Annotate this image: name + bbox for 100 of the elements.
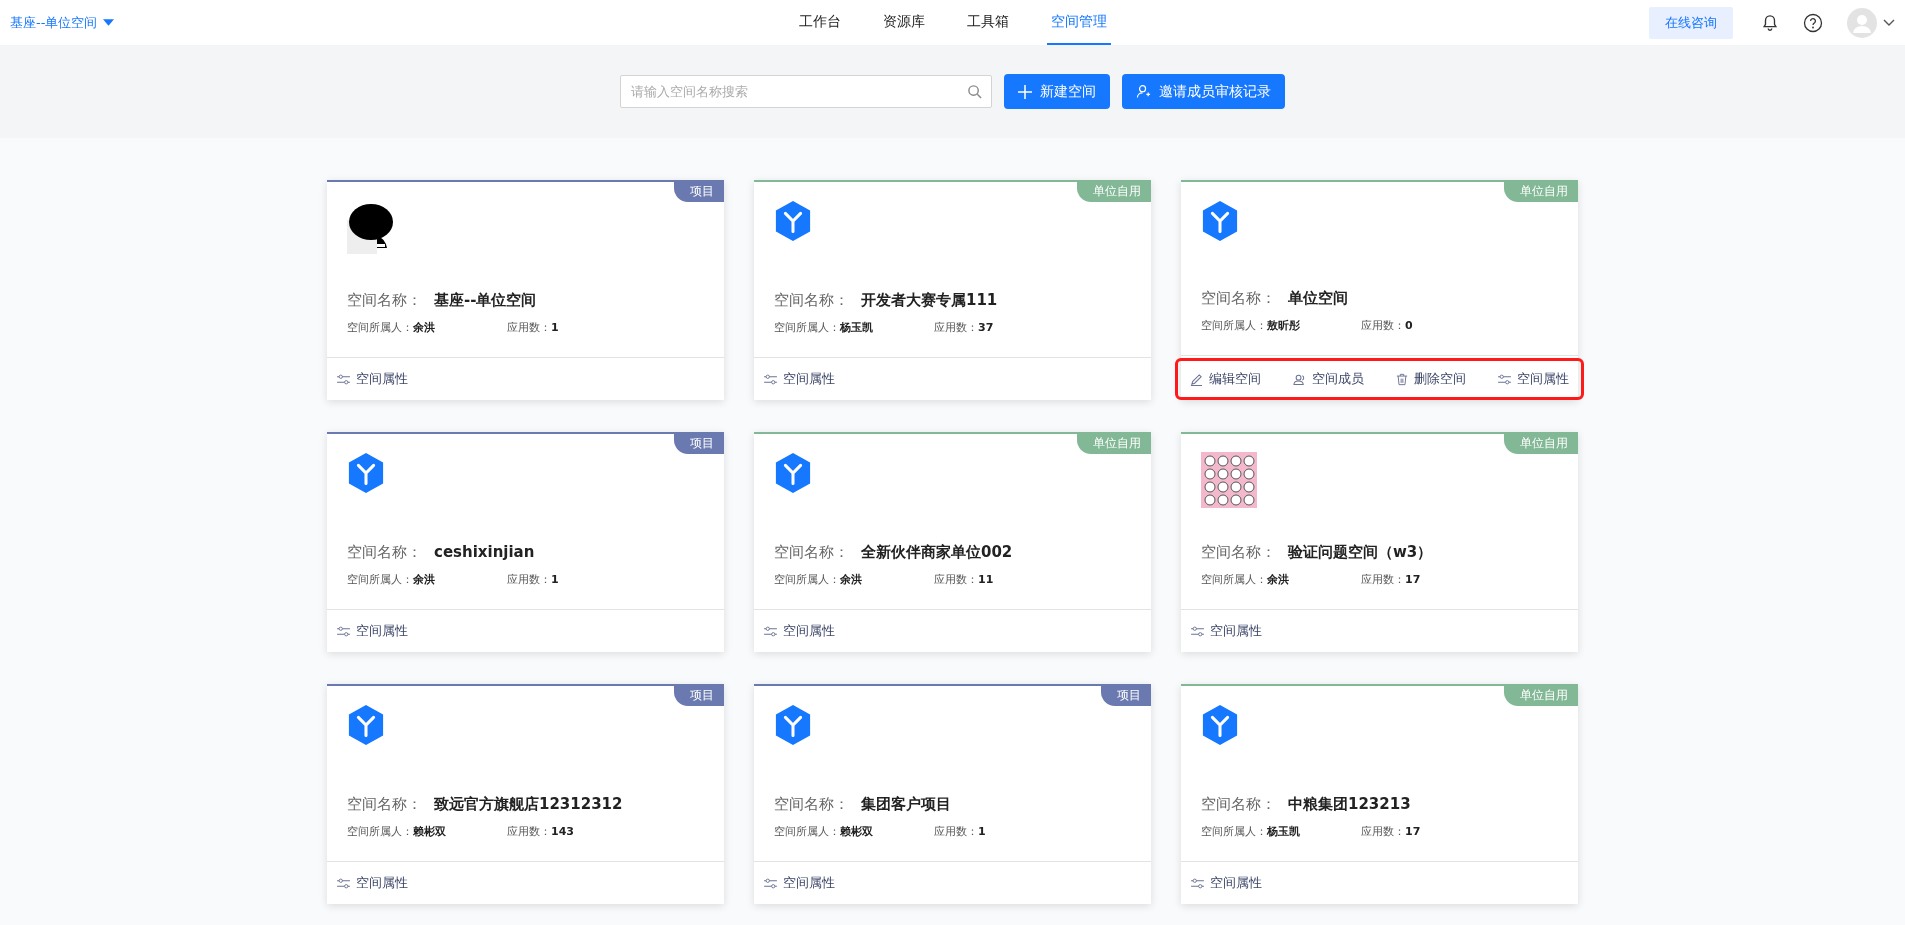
space-type-tag: 项目 (674, 686, 724, 706)
owner-label: 空间所属人： (1201, 319, 1267, 332)
card-action-link[interactable]: 空间属性 (337, 370, 408, 388)
space-name: 集团客户项目 (861, 795, 951, 814)
owner-label: 空间所属人： (347, 825, 413, 838)
nav-tab[interactable]: 工作台 (794, 0, 845, 45)
sliders-icon (337, 373, 350, 385)
space-name-label: 空间名称： (347, 795, 422, 814)
space-type-tag: 项目 (1101, 686, 1151, 706)
card-action-link[interactable]: 空间属性 (764, 370, 835, 388)
app-count: 1 (978, 825, 986, 838)
hexagon-logo-icon (1201, 704, 1239, 746)
owner-name: 赖彬双 (840, 825, 873, 838)
space-name: 致远官方旗舰店12312312 (434, 795, 623, 814)
card-action-link[interactable]: 空间属性 (1498, 370, 1569, 388)
space-name-label: 空间名称： (347, 291, 422, 310)
hexagon-logo-icon (774, 452, 812, 494)
app-count-label: 应用数： (1361, 825, 1405, 838)
space-type-tag: 单位自用 (1077, 434, 1151, 454)
help-icon[interactable] (1803, 12, 1823, 33)
card-action-link[interactable]: 空间属性 (764, 622, 835, 640)
app-count-label: 应用数： (507, 825, 551, 838)
nav-tab[interactable]: 资源库 (878, 0, 929, 45)
card-action-link[interactable]: 空间成员 (1293, 370, 1364, 388)
chevron-down-icon[interactable] (1883, 18, 1895, 27)
search-icon (967, 84, 982, 99)
space-name-label: 空间名称： (774, 543, 849, 562)
sliders-icon (1191, 625, 1204, 637)
app-count-label: 应用数： (934, 573, 978, 586)
app-count: 37 (978, 321, 994, 334)
owner-label: 空间所属人： (774, 573, 840, 586)
owner-label: 空间所属人： (774, 825, 840, 838)
space-type-tag: 项目 (674, 434, 724, 454)
pattern-image-icon (1201, 452, 1257, 508)
action-button[interactable]: 邀请成员审核记录 (1122, 74, 1285, 109)
space-name-label: 空间名称： (347, 543, 422, 562)
caret-down-icon (103, 19, 115, 26)
card-action-link[interactable]: 空间属性 (1191, 622, 1262, 640)
app-count-label: 应用数： (1361, 319, 1405, 332)
card-action-link[interactable]: 删除空间 (1396, 370, 1466, 388)
owner-label: 空间所属人： (1201, 573, 1267, 586)
space-name: 开发者大赛专属111 (861, 291, 998, 310)
space-name-label: 空间名称： (774, 291, 849, 310)
app-count-label: 应用数： (934, 321, 978, 334)
app-count: 0 (1405, 319, 1413, 332)
trash-icon (1396, 372, 1408, 386)
card-action-link[interactable]: 空间属性 (764, 874, 835, 892)
workspace-dropdown[interactable]: 基座--单位空间 (10, 13, 115, 32)
app-count: 17 (1405, 825, 1421, 838)
card-action-link[interactable]: 空间属性 (337, 874, 408, 892)
app-count-label: 应用数： (507, 573, 551, 586)
space-name: 单位空间 (1288, 289, 1348, 308)
sliders-icon (337, 877, 350, 889)
app-count: 11 (978, 573, 994, 586)
hexagon-logo-icon (774, 704, 812, 746)
owner-name: 余洪 (413, 321, 435, 334)
users-icon (1293, 372, 1306, 386)
sliders-icon (764, 877, 777, 889)
sliders-icon (1191, 877, 1204, 889)
card-action-link[interactable]: 空间属性 (1191, 874, 1262, 892)
owner-label: 空间所属人： (347, 573, 413, 586)
app-count-label: 应用数： (1361, 573, 1405, 586)
owner-name: 杨玉凯 (840, 321, 873, 334)
space-name-label: 空间名称： (774, 795, 849, 814)
hexagon-logo-icon (347, 704, 385, 746)
space-name: 全新伙伴商家单位002 (861, 543, 1013, 562)
space-type-tag: 单位自用 (1504, 434, 1578, 454)
sliders-icon (764, 373, 777, 385)
app-count: 1 (551, 321, 559, 334)
space-type-tag: 单位自用 (1504, 686, 1578, 706)
sliders-icon (337, 625, 350, 637)
space-type-tag: 单位自用 (1504, 182, 1578, 202)
space-name: 中粮集团123213 (1288, 795, 1411, 814)
owner-name: 敖昕彤 (1267, 319, 1300, 332)
search-field[interactable]: 请输入空间名称搜索 (620, 75, 992, 108)
sliders-icon (764, 625, 777, 637)
app-count-label: 应用数： (507, 321, 551, 334)
action-button[interactable]: 新建空间 (1004, 74, 1110, 109)
space-type-tag: 单位自用 (1077, 182, 1151, 202)
space-name: 基座--单位空间 (434, 291, 537, 310)
sliders-icon (1498, 373, 1511, 385)
space-name: ceshixinjian (434, 543, 535, 561)
card-action-link[interactable]: 编辑空间 (1190, 370, 1261, 388)
bell-icon[interactable] (1761, 13, 1779, 32)
owner-name: 余洪 (840, 573, 862, 586)
space-name-label: 空间名称： (1201, 289, 1276, 308)
app-count: 17 (1405, 573, 1421, 586)
hexagon-logo-icon (1201, 200, 1239, 242)
card-action-link[interactable]: 空间属性 (337, 622, 408, 640)
space-type-tag: 项目 (674, 182, 724, 202)
owner-name: 余洪 (1267, 573, 1289, 586)
nav-tab[interactable]: 工具箱 (962, 0, 1013, 45)
space-name: 验证问题空间（w3） (1288, 543, 1433, 562)
owner-name: 余洪 (413, 573, 435, 586)
space-name-label: 空间名称： (1201, 543, 1276, 562)
plus-icon (1018, 84, 1032, 99)
user-add-icon (1136, 84, 1151, 99)
owner-label: 空间所属人： (774, 321, 840, 334)
hexagon-logo-icon (774, 200, 812, 242)
consult-button[interactable]: 在线咨询 (1649, 6, 1733, 39)
